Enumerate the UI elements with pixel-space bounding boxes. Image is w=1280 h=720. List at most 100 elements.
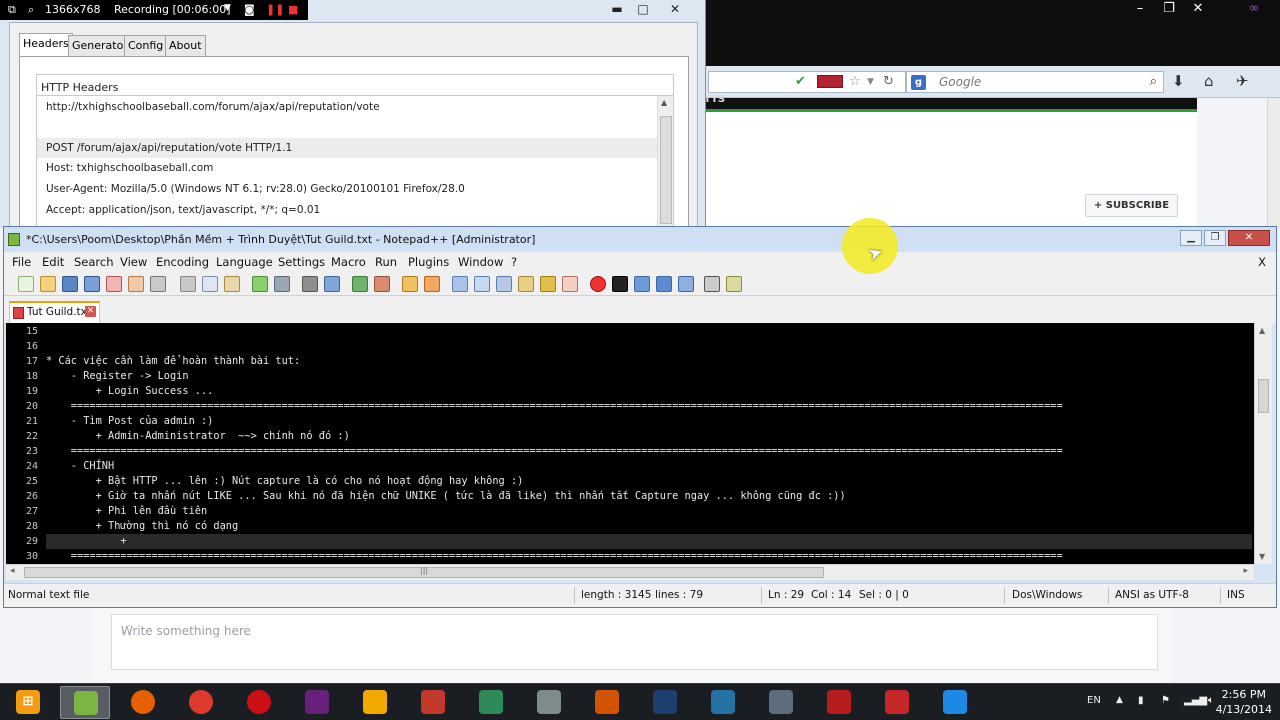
header-line[interactable] [37,117,657,137]
zoom-in-icon[interactable] [352,276,368,292]
close-icon[interactable]: ✕ [1228,230,1270,246]
reload-icon[interactable]: ↻ [883,75,894,89]
window-icon[interactable]: ⧉ [8,3,16,17]
taskbar-tools-app-button[interactable] [582,686,632,719]
tab-headers[interactable]: Headers [19,33,73,57]
find-icon[interactable] [302,276,318,292]
search-box[interactable]: g Google ⌕ [906,71,1164,93]
save-all-icon[interactable] [84,276,100,292]
word-wrap-icon[interactable] [452,276,468,292]
scroll-left-icon[interactable]: ◂ [10,566,15,576]
editor-vertical-scrollbar[interactable]: ▲ ▼ [1254,323,1272,564]
url-bar[interactable]: ✔ ☆ ▼ ↻ [708,71,906,93]
code-line[interactable] [46,324,1252,339]
scroll-thumb[interactable] [660,116,672,224]
minimize-icon[interactable]: – [1126,0,1154,18]
home-icon[interactable]: ⌂ [1204,72,1214,90]
menu-file[interactable]: File [12,255,31,269]
open-file-icon[interactable] [40,276,56,292]
redo-icon[interactable] [274,276,290,292]
code-line[interactable]: + Thường thì nó có dạng [46,519,1252,534]
menu-encoding[interactable]: Encoding [156,255,209,269]
tab-config[interactable]: Config [124,35,168,56]
chevron-down-icon[interactable]: ▼ [867,75,874,89]
menu-view[interactable]: View [120,255,147,269]
network-icon[interactable]: ▂▄▆ [1184,695,1207,706]
text-editor[interactable]: 15 16 17 18 19 20 21 22 23 24 25 26 27 28 29 30 * Các v… [6,323,1272,564]
paste-icon[interactable] [224,276,240,292]
maximize-icon[interactable]: ❐ [1155,0,1183,18]
code-line[interactable]: + [46,534,1252,549]
maximize-icon[interactable]: ❐ [1204,230,1226,246]
save-icon[interactable] [62,276,78,292]
magnifier-icon[interactable]: ⌕ [28,3,34,17]
plugin-icon[interactable] [726,276,742,292]
comment-input[interactable]: Write something here ⋰ [111,614,1158,670]
scroll-right-icon[interactable]: ▸ [1243,566,1248,576]
taskbar-ccleaner-app-button[interactable] [930,686,980,719]
lang-icon[interactable] [518,276,534,292]
document-tab[interactable]: Tut Guild.txt ✕ [9,301,100,323]
taskbar-fiddler-app-button[interactable] [756,686,806,719]
tab-generator[interactable]: Generator [68,35,132,56]
spell-check-icon[interactable] [704,276,720,292]
close-document-icon[interactable]: X [1258,255,1266,269]
flag-icon[interactable]: ⚑ [1161,695,1170,706]
menu-run[interactable]: Run [375,255,397,269]
header-line[interactable]: http://txhighschoolbaseball.com/forum/aj… [37,97,657,117]
scroll-thumb[interactable] [1258,379,1269,413]
extension-icon[interactable]: ∞ [1240,0,1268,18]
taskbar-paint-app-button[interactable] [524,686,574,719]
sync-v-icon[interactable] [402,276,418,292]
stop-macro-icon[interactable] [612,276,628,292]
scroll-up-icon[interactable]: ▲ [661,98,667,107]
copy-icon[interactable] [202,276,218,292]
taskbar-photoshop-button[interactable] [640,686,690,719]
taskbar-notepadpp-button[interactable] [60,686,110,719]
header-line[interactable]: Accept: application/json, text/javascrip… [37,200,657,220]
close-all-icon[interactable] [128,276,144,292]
code-line[interactable] [46,339,1252,354]
run-macro-multiple-icon[interactable] [656,276,672,292]
taskbar-colorful-app-button[interactable] [350,686,400,719]
download-icon[interactable]: ⬇ [1172,72,1185,90]
menu-edit[interactable]: Edit [42,255,64,269]
header-line[interactable]: POST /forum/ajax/api/reputation/vote HTT… [37,138,657,158]
camera-icon[interactable]: ◙ [244,3,255,16]
header-line[interactable]: User-Agent: Mozilla/5.0 (Windows NT 6.1;… [37,179,657,199]
close-tab-icon[interactable]: ✕ [85,306,96,317]
menu-search[interactable]: Search [74,255,114,269]
maximize-icon[interactable]: □ [628,1,658,18]
taskbar-chrome-button[interactable] [176,686,226,719]
start-button[interactable]: ⊞ [8,686,48,719]
page-scrollbar[interactable] [1267,98,1280,228]
bookmark-star-icon[interactable]: ☆ [849,75,861,89]
tab-about[interactable]: About [165,35,206,56]
print-icon[interactable] [150,276,166,292]
code-line[interactable]: - Tìm Post của admin :) [46,414,1252,429]
tools-icon[interactable]: ✈ [1236,72,1249,90]
code-line[interactable]: + Phi lên đầu tiên [46,504,1252,519]
code-line[interactable]: - CHÍNH [46,459,1252,474]
doc-map-icon[interactable] [540,276,556,292]
zoom-out-icon[interactable] [374,276,390,292]
code-line[interactable]: * Các việc cần làm để hoàn thành bài tut… [46,354,1252,369]
play-macro-icon[interactable] [634,276,650,292]
show-all-chars-icon[interactable] [474,276,490,292]
scroll-down-icon[interactable]: ▼ [1259,552,1265,561]
code-line[interactable]: + Admin-Administrator ~~> chính nó đó :) [46,429,1252,444]
clock[interactable]: 2:56 PM 4/13/2014 [1216,687,1272,717]
headers-scrollbar[interactable]: ▲ [657,96,673,236]
undo-icon[interactable] [252,276,268,292]
scroll-thumb[interactable]: ||| [24,566,824,578]
dropdown-icon[interactable]: ▼ [224,3,231,13]
save-macro-icon[interactable] [678,276,694,292]
taskbar-vpn-app-button[interactable] [698,686,748,719]
search-icon[interactable]: ⌕ [1150,74,1157,89]
close-icon[interactable]: ✕ [660,1,690,18]
scroll-up-icon[interactable]: ▲ [1259,326,1265,335]
menu-window[interactable]: Window [458,255,503,269]
code-line[interactable]: ========================================… [46,444,1252,459]
taskbar-recorder-app-button[interactable] [814,686,864,719]
minimize-icon[interactable]: ▁ [1180,230,1202,246]
